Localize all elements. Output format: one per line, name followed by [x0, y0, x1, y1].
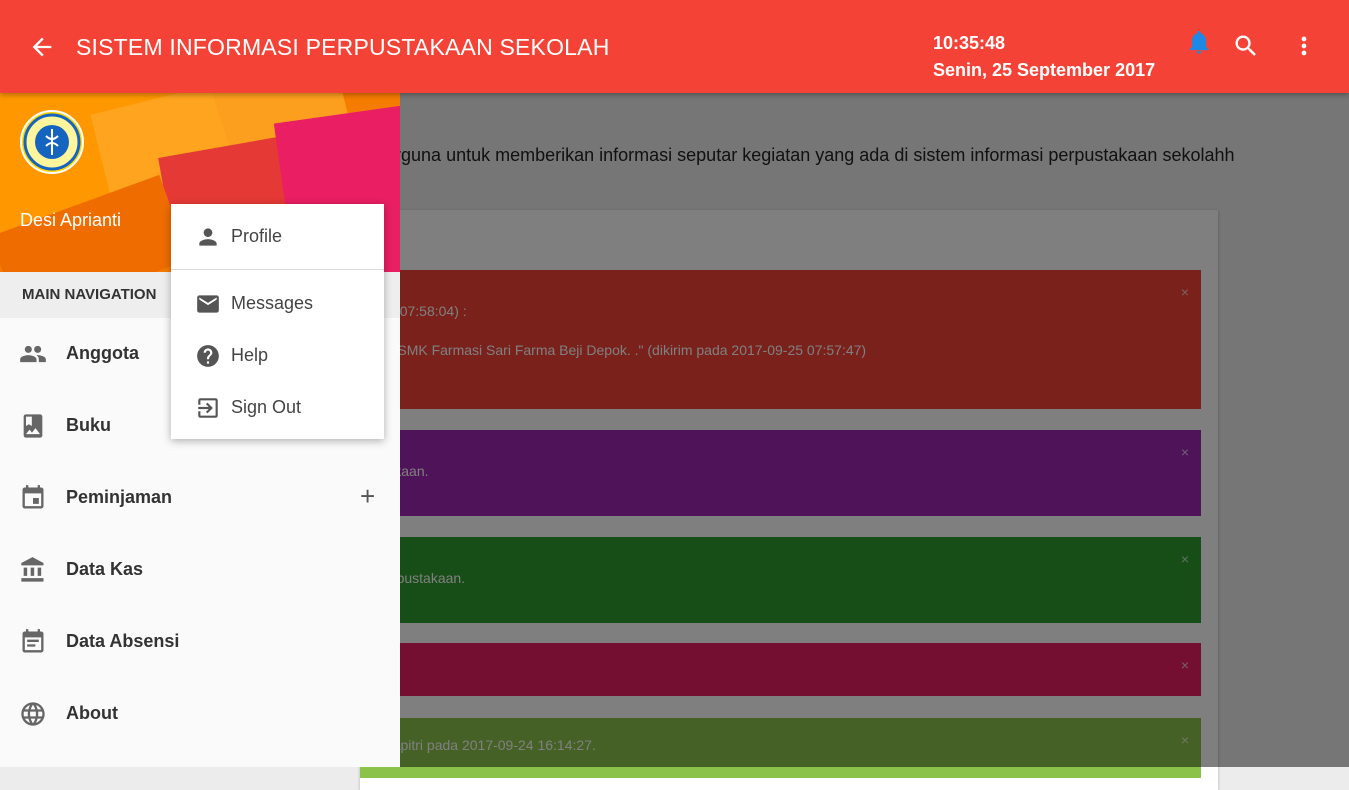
user-name[interactable]: Desi Aprianti — [20, 210, 121, 231]
mail-icon — [197, 295, 219, 313]
help-icon — [197, 345, 219, 367]
school-logo — [20, 110, 84, 174]
sidebar-item-data-kas[interactable]: Data Kas — [0, 534, 400, 606]
menu-item-sign-out[interactable]: Sign Out — [171, 385, 384, 429]
menu-item-profile[interactable]: Profile — [171, 214, 384, 258]
book-image-icon — [23, 414, 43, 438]
menu-item-label: Help — [231, 345, 269, 365]
clock: 10:35:48 Senin, 25 September 2017 — [933, 30, 1155, 84]
calendar-icon — [22, 485, 44, 509]
nav-heading-label: MAIN NAVIGATION — [22, 286, 157, 303]
bank-icon — [21, 557, 44, 582]
menu-item-help[interactable]: Help — [171, 333, 384, 377]
sidebar-item-peminjaman[interactable]: Peminjaman + — [0, 462, 400, 534]
menu-divider — [171, 269, 384, 270]
sidebar-item-label: Data Absensi — [66, 631, 180, 651]
user-menu: Profile Messages Help Sign Out — [171, 204, 384, 439]
sidebar-item-label: Peminjaman — [66, 487, 173, 507]
globe-icon — [21, 702, 45, 726]
person-icon — [199, 228, 217, 246]
clock-time: 10:35:48 — [933, 33, 1006, 53]
more-vert-icon[interactable] — [1290, 32, 1318, 60]
sign-out-icon — [198, 398, 218, 418]
clock-date: Senin, 25 September 2017 — [933, 60, 1156, 80]
sidebar-item-label: Data Kas — [66, 559, 144, 579]
sidebar-item-label: Anggota — [66, 343, 139, 363]
event-note-icon — [22, 629, 44, 653]
menu-item-label: Messages — [231, 293, 314, 313]
app-title: SISTEM INFORMASI PERPUSTAKAAN SEKOLAH — [76, 34, 610, 60]
sidebar-item-label: Buku — [66, 415, 111, 435]
bell-icon[interactable] — [1185, 28, 1213, 56]
sidebar-item-about[interactable]: About — [0, 678, 400, 750]
menu-item-label: Sign Out — [231, 397, 302, 417]
expand-icon[interactable]: + — [360, 482, 375, 510]
app-bar: SISTEM INFORMASI PERPUSTAKAAN SEKOLAH 10… — [0, 0, 1349, 93]
menu-item-messages[interactable]: Messages — [171, 281, 384, 325]
sidebar-item-label: About — [66, 703, 118, 723]
search-icon[interactable] — [1232, 32, 1260, 60]
people-icon — [20, 345, 46, 363]
sidebar-item-data-absensi[interactable]: Data Absensi — [0, 606, 400, 678]
arrow-back-icon[interactable] — [28, 33, 56, 61]
menu-item-label: Profile — [231, 226, 283, 246]
